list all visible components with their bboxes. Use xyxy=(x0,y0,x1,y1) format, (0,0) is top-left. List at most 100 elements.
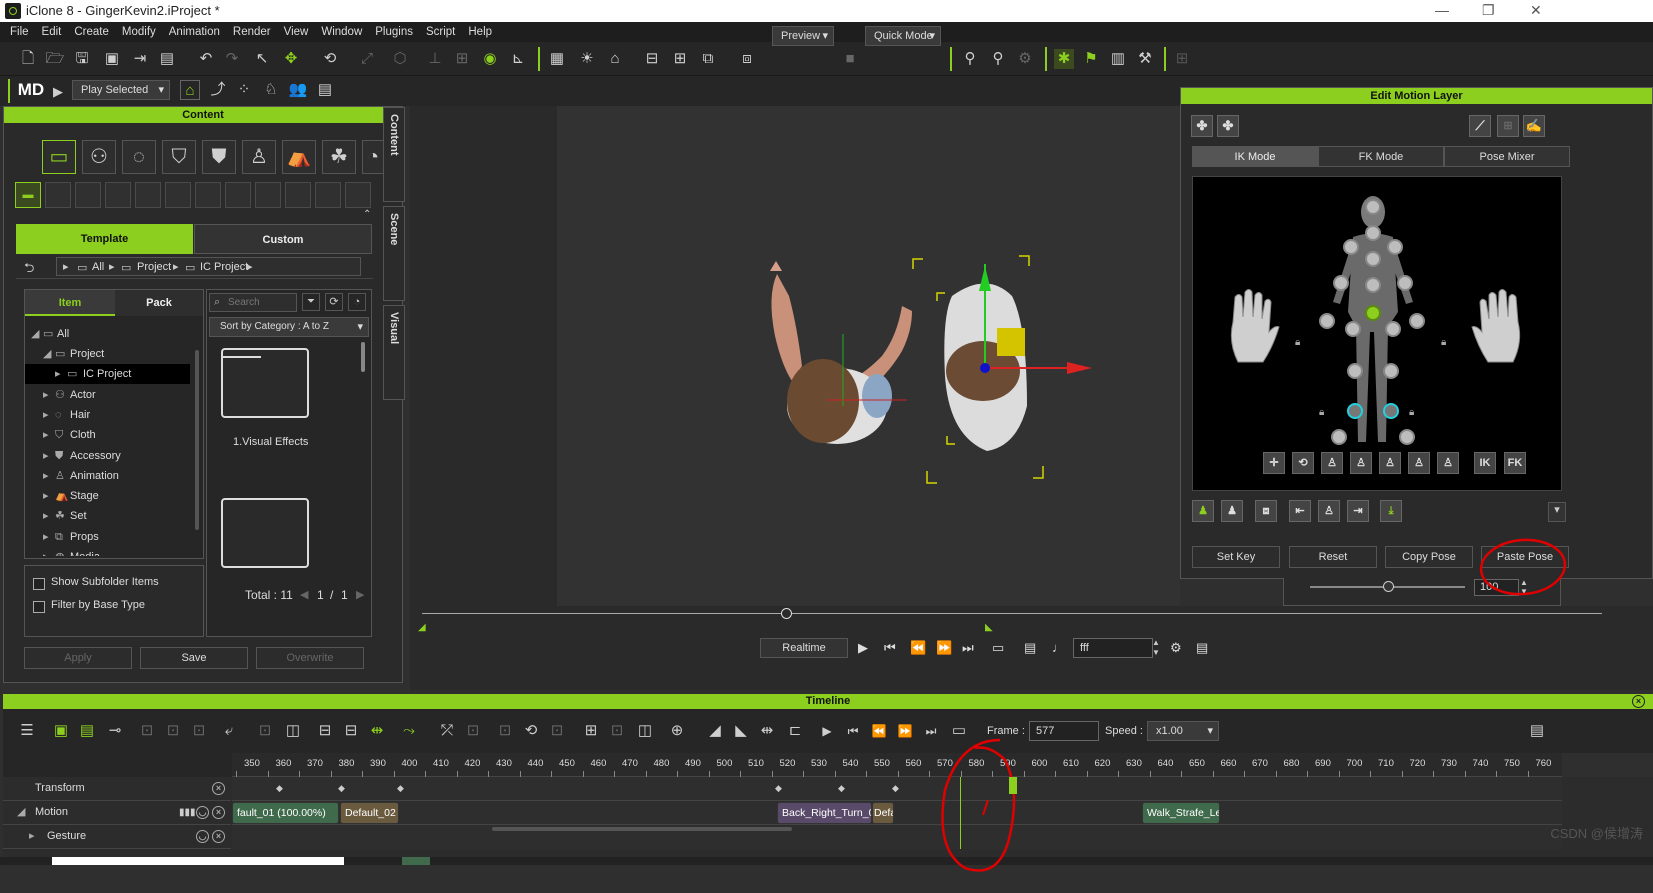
joint-left-hip[interactable] xyxy=(1345,321,1361,337)
prev-frame-icon[interactable]: ⏪ xyxy=(910,640,926,656)
side-tab-content[interactable]: Content xyxy=(383,107,405,202)
joint-chest[interactable] xyxy=(1365,251,1381,267)
right-hand-icon[interactable] xyxy=(1468,287,1528,367)
range-end-marker-icon[interactable]: ◣ xyxy=(985,622,993,633)
sticky-icon[interactable]: ⧈ xyxy=(1255,500,1277,522)
paste-pose-button[interactable]: Paste Pose xyxy=(1481,546,1569,568)
side-tab-scene[interactable]: Scene xyxy=(383,206,405,301)
track-close-icon[interactable]: × xyxy=(212,782,225,795)
tab-template[interactable]: Template xyxy=(16,224,193,254)
pose-preset-icon[interactable]: ♙ xyxy=(1379,452,1401,474)
joint-left-knee[interactable] xyxy=(1347,363,1363,379)
empty-slot[interactable] xyxy=(225,182,251,208)
motion-clip[interactable]: Back_Right_Turn_00 xyxy=(777,802,872,824)
empty-slot[interactable] xyxy=(105,182,131,208)
tree-item[interactable]: ▸ ♙ Animation xyxy=(25,466,190,486)
tree-item[interactable]: ▸ ⛊ Accessory xyxy=(25,446,190,466)
menu-plugins[interactable]: Plugins xyxy=(375,26,413,38)
search-box[interactable]: ⌕ Search xyxy=(209,293,297,312)
sort-dropdown[interactable]: Sort by Category : A to Z xyxy=(209,317,369,337)
track-list-icon[interactable]: ☰ xyxy=(17,721,37,741)
motion-clip[interactable]: Default_02 ( xyxy=(340,802,399,824)
music-note-icon[interactable]: ♩ xyxy=(1052,640,1065,655)
tab-pose-mixer[interactable]: Pose Mixer xyxy=(1444,146,1570,167)
lock-icon[interactable]: 🔒︎ xyxy=(1441,337,1446,348)
joint-right-elbow[interactable] xyxy=(1397,275,1413,291)
tree-item[interactable]: ◢ ▭ All xyxy=(25,324,190,344)
branch-icon[interactable]: ⤱ xyxy=(437,721,457,741)
lock-icon[interactable]: 🔒︎ xyxy=(1409,407,1414,418)
grid-icon[interactable]: ⊞ xyxy=(1497,115,1519,137)
track-transform[interactable]: Transform × xyxy=(3,777,231,801)
fps-input[interactable]: fff xyxy=(1073,638,1153,658)
tab-item[interactable]: Item xyxy=(25,290,115,316)
display-mode-icon[interactable]: ⧈ xyxy=(737,49,757,69)
quick-mode-dropdown[interactable]: Quick Mode xyxy=(865,26,941,46)
disabled-tool-icon[interactable]: ⊡ xyxy=(607,721,627,741)
motion-clip[interactable]: fault_01 (100.00%) xyxy=(232,802,339,824)
project-settings-icon[interactable]: ▣ xyxy=(102,49,122,69)
new-file-icon[interactable]: 🗋 xyxy=(18,49,38,69)
loop-icon[interactable]: ▭ xyxy=(992,640,1004,656)
scrub-track[interactable] xyxy=(422,613,1602,614)
tl-end-icon[interactable]: ⏭ xyxy=(921,721,941,741)
menu-help[interactable]: Help xyxy=(468,26,492,38)
track-close-icon[interactable]: × xyxy=(212,806,225,819)
slider-value-input[interactable]: 100 xyxy=(1474,579,1519,596)
preview-dropdown[interactable]: Preview xyxy=(772,26,834,46)
folder-item-label[interactable]: 1.Visual Effects xyxy=(233,436,308,448)
timeline-ruler[interactable]: 350 360 370 380 390 400 410 420 430 440 450 460 470 4… xyxy=(232,753,1562,777)
clip-strength-icon[interactable]: ▮▮▮ xyxy=(179,801,196,824)
compress-icon[interactable]: ⤓ xyxy=(1380,500,1402,522)
spin-arrows-icon[interactable]: ▲ ▼ xyxy=(1520,578,1528,596)
key-icon[interactable]: ▤ xyxy=(77,721,97,741)
half-body-icon[interactable]: ♟ xyxy=(1221,500,1243,522)
view-icon[interactable]: ⊸ xyxy=(105,721,125,741)
tl-next-icon[interactable]: ⏩ xyxy=(895,721,915,741)
tab-pack[interactable]: Pack xyxy=(115,290,203,316)
tree-item[interactable]: ◢ ▭ Project xyxy=(25,344,190,364)
menu-edit[interactable]: Edit xyxy=(42,26,62,38)
settings-sheet-icon[interactable]: ▤ xyxy=(315,80,335,100)
prev-page-icon[interactable]: ◀ xyxy=(300,588,308,601)
tree-scrollbar[interactable] xyxy=(195,350,199,530)
tab-fk-mode[interactable]: FK Mode xyxy=(1318,146,1444,167)
refresh-icon[interactable]: ⟳ xyxy=(325,293,343,311)
redo-icon[interactable]: ↷ xyxy=(222,49,242,69)
menu-view[interactable]: View xyxy=(284,26,309,38)
joint-spine[interactable] xyxy=(1365,277,1381,293)
empty-slot[interactable] xyxy=(345,182,371,208)
joint-left-elbow[interactable] xyxy=(1333,275,1349,291)
tree-item[interactable]: ▸ ⚇ Actor xyxy=(25,385,190,405)
attach-icon[interactable]: ⊞ xyxy=(452,49,472,69)
motion-category-icon[interactable]: ♙ xyxy=(242,140,276,174)
pose-preset-icon[interactable]: ♙ xyxy=(1437,452,1459,474)
more-category-icon[interactable]: ◔ xyxy=(362,140,384,174)
export-icon[interactable]: ⇥ xyxy=(130,49,150,69)
cloth-category-icon[interactable]: ⛉ xyxy=(162,140,196,174)
open-folder-icon[interactable]: 🗁 xyxy=(45,49,65,69)
empty-slot[interactable] xyxy=(195,182,221,208)
track-motion[interactable]: ◢ Motion ▮▮▮ ◡ × xyxy=(3,801,231,825)
motion-clip[interactable]: Walk_Strafe_Left xyxy=(1142,802,1220,824)
menu-modify[interactable]: Modify xyxy=(122,26,156,38)
move-icon[interactable]: ✥ xyxy=(281,49,301,69)
joint-left-ankle[interactable] xyxy=(1347,403,1363,419)
align-left-icon[interactable]: ⇤ xyxy=(1289,500,1311,522)
render-settings-icon[interactable]: ⚙ xyxy=(1170,640,1182,656)
speed-icon[interactable]: ⊟ xyxy=(341,721,361,741)
pose-preset-icon[interactable]: ♙ xyxy=(1321,452,1343,474)
pose-preset-icon[interactable]: ♙ xyxy=(1350,452,1372,474)
mark-in-icon[interactable]: ◢ xyxy=(705,721,725,741)
expand-panel-icon[interactable]: ▾ xyxy=(1548,502,1566,522)
camera-icon[interactable]: ⧉ xyxy=(698,49,718,69)
range-start-marker-icon[interactable]: ◢ xyxy=(418,622,426,633)
disabled-tool-icon[interactable]: ⊡ xyxy=(463,721,483,741)
record-camera-icon[interactable]: ■ xyxy=(840,49,860,69)
next-frame-icon[interactable]: ⏩ xyxy=(936,640,952,656)
range-fit-icon[interactable]: ⇹ xyxy=(757,721,777,741)
apply-button[interactable]: Apply xyxy=(24,647,132,669)
curve-icon[interactable]: ⤳ xyxy=(399,721,419,741)
empty-slot[interactable] xyxy=(285,182,311,208)
split-icon[interactable]: ◫ xyxy=(283,721,303,741)
